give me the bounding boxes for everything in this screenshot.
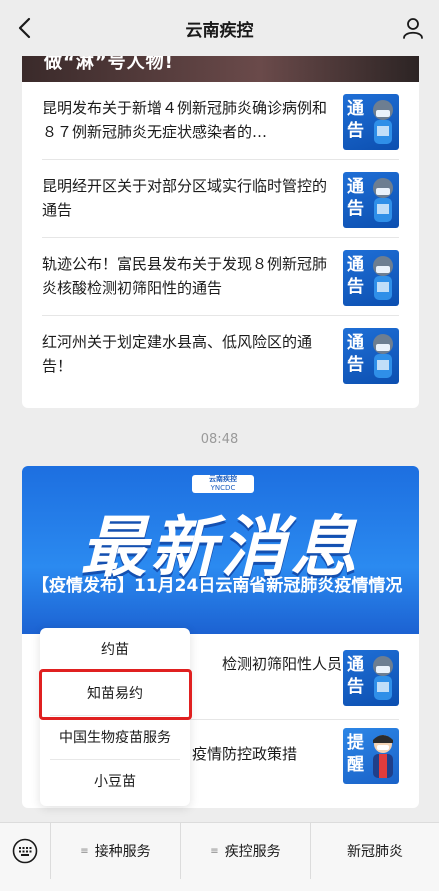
keyboard-icon <box>12 838 38 864</box>
doctor-icon <box>373 735 393 778</box>
mascot-icon <box>373 656 393 700</box>
mascot-icon <box>373 178 393 222</box>
profile-icon[interactable] <box>401 16 425 40</box>
article-hero[interactable]: 云南疾控 YNCDC 最新消息 【疫情发布】11月24日云南省新冠肺炎疫情情况 <box>22 466 419 634</box>
mascot-icon <box>373 256 393 300</box>
tab-covid[interactable]: 新冠肺炎 <box>310 823 439 879</box>
tab-cdc-service[interactable]: ≡ 疾控服务 <box>180 823 310 879</box>
page-title: 云南疾控 <box>185 20 254 41</box>
notice-thumbnail: 提醒 <box>343 728 399 784</box>
thumb-label: 通告 <box>347 177 364 219</box>
notice-thumbnail: 通告 <box>343 94 399 150</box>
thumb-label: 通告 <box>347 99 364 141</box>
thumb-label: 提醒 <box>347 733 364 775</box>
notice-thumbnail: 通告 <box>343 650 399 706</box>
highlight-box <box>39 669 192 720</box>
menu-lines-icon: ≡ <box>210 845 219 857</box>
list-item-text: 检测初筛阳性人员 <box>222 655 342 673</box>
list-item-text: 昆明发布关于新增４例新冠肺炎确诊病例和８７例新冠肺炎无症状感染者的… <box>42 99 328 141</box>
article-card: 做“淋”号人物! 昆明发布关于新增４例新冠肺炎确诊病例和８７例新冠肺炎无症状感染… <box>22 30 419 408</box>
notice-thumbnail: 通告 <box>343 250 399 306</box>
tab-label: 新冠肺炎 <box>347 844 403 860</box>
thumb-label: 通告 <box>347 655 364 697</box>
tab-label: 疾控服务 <box>224 844 281 860</box>
list-item[interactable]: 昆明发布关于新增４例新冠肺炎确诊病例和８７例新冠肺炎无症状感染者的… 通告 <box>42 82 399 160</box>
list-item-text: 昆明经开区关于对部分区域实行临时管控的通告 <box>42 177 328 219</box>
tab-vaccination-service[interactable]: ≡ 接种服务 <box>50 823 180 879</box>
list-item[interactable]: 轨迹公布！富民县发布关于发现８例新冠肺炎核酸检测初筛阳性的通告 通告 <box>42 238 399 316</box>
submenu-item-yuemiao[interactable]: 约苗 <box>50 628 180 672</box>
notice-thumbnail: 通告 <box>343 328 399 384</box>
list-item-text: 轨迹公布！富民县发布关于发现８例新冠肺炎核酸检测初筛阳性的通告 <box>42 255 328 297</box>
submenu-item-sinopharm[interactable]: 中国生物疫苗服务 <box>50 716 180 760</box>
thumb-label: 通告 <box>347 255 364 297</box>
menu-lines-icon: ≡ <box>80 845 89 857</box>
mascot-icon <box>373 100 393 144</box>
back-icon[interactable] <box>14 16 36 40</box>
list-item[interactable]: 红河州关于划定建水县高、低风险区的通告！ 通告 <box>42 316 399 394</box>
message-timestamp: 08:48 <box>200 432 239 447</box>
thumb-label: 通告 <box>347 333 364 375</box>
cdc-logo: 云南疾控 YNCDC <box>192 475 254 493</box>
mascot-icon <box>373 334 393 378</box>
nav-header: 云南疾控 <box>0 0 439 56</box>
notice-thumbnail: 通告 <box>343 172 399 228</box>
list-item[interactable]: 昆明经开区关于对部分区域实行临时管控的通告 通告 <box>42 160 399 238</box>
hero-title: 【疫情发布】11月24日云南省新冠肺炎疫情情况 <box>32 576 403 596</box>
tab-label: 接种服务 <box>94 844 151 860</box>
bottom-menu-bar: ≡ 接种服务 ≡ 疾控服务 新冠肺炎 <box>0 822 439 891</box>
list-item-text: 红河州关于划定建水县高、低风险区的通告！ <box>42 333 313 375</box>
list-item-text: 疫情防控政策措 <box>192 745 298 763</box>
keyboard-toggle[interactable] <box>0 823 50 879</box>
submenu-item-xiaodoumiao[interactable]: 小豆苗 <box>50 760 180 804</box>
